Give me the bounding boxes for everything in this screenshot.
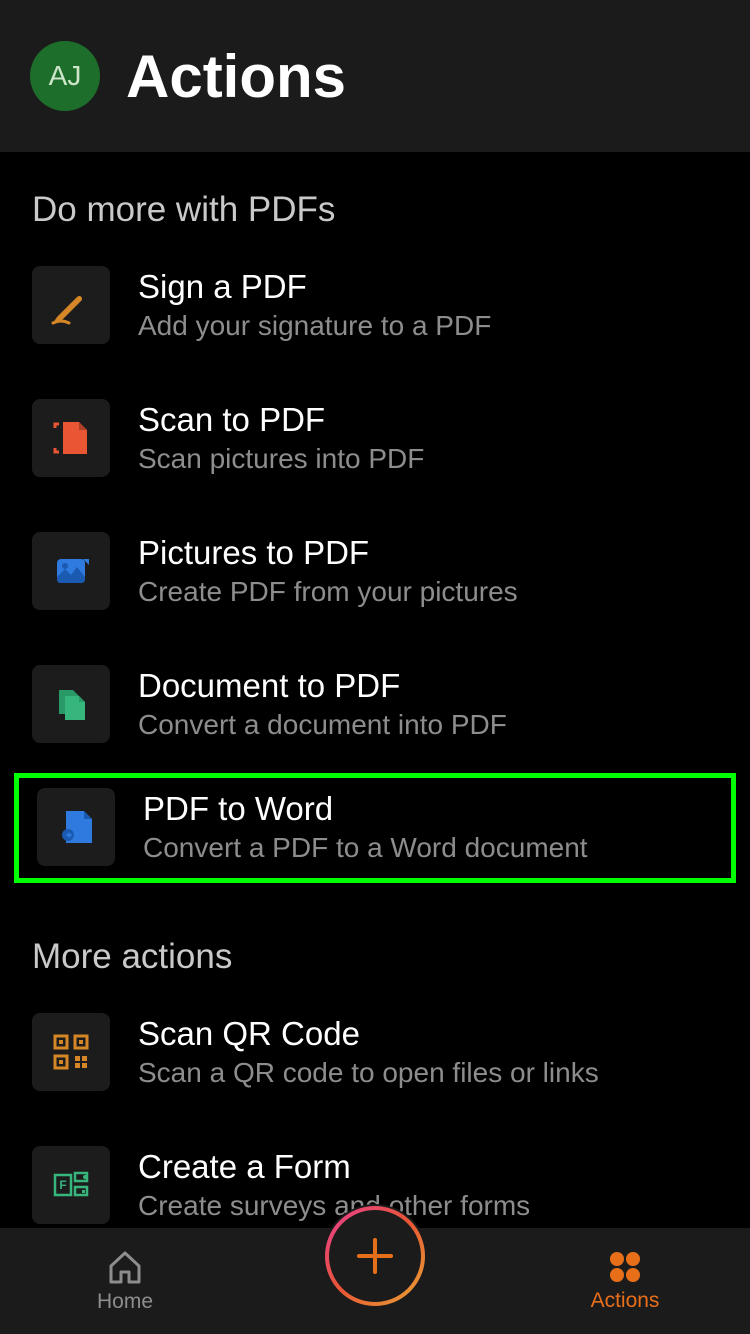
- action-title: Scan QR Code: [138, 1015, 718, 1053]
- tabbar: Home Actions: [0, 1228, 750, 1334]
- action-desc: Scan a QR code to open files or links: [138, 1057, 718, 1089]
- form-icon: F: [32, 1146, 110, 1224]
- action-scan-to-pdf[interactable]: Scan to PDF Scan pictures into PDF: [0, 389, 750, 487]
- action-desc: Convert a PDF to a Word document: [143, 832, 713, 864]
- action-desc: Scan pictures into PDF: [138, 443, 718, 475]
- content-scroll[interactable]: Do more with PDFs Sign a PDF Add your si…: [0, 152, 750, 1234]
- section-label-pdf: Do more with PDFs: [0, 176, 750, 256]
- action-pdf-to-word[interactable]: PDF to Word Convert a PDF to a Word docu…: [19, 782, 731, 872]
- page-title: Actions: [126, 42, 346, 111]
- action-title: Create a Form: [138, 1148, 718, 1186]
- avatar[interactable]: AJ: [30, 41, 100, 111]
- action-scan-qr[interactable]: Scan QR Code Scan a QR code to open file…: [0, 1003, 750, 1101]
- action-desc: Add your signature to a PDF: [138, 310, 718, 342]
- document-icon: [32, 665, 110, 743]
- sign-icon: [32, 266, 110, 344]
- tab-label: Actions: [591, 1289, 660, 1313]
- action-title: Pictures to PDF: [138, 534, 718, 572]
- pictures-icon: [32, 532, 110, 610]
- qr-icon: [32, 1013, 110, 1091]
- action-desc: Create surveys and other forms: [138, 1190, 718, 1222]
- tab-actions[interactable]: Actions: [500, 1228, 750, 1334]
- section-label-more: More actions: [0, 923, 750, 1003]
- header: AJ Actions: [0, 0, 750, 152]
- plus-icon: [359, 1240, 391, 1272]
- action-pictures-to-pdf[interactable]: Pictures to PDF Create PDF from your pic…: [0, 522, 750, 620]
- action-title: Document to PDF: [138, 667, 718, 705]
- fab-add[interactable]: [323, 1204, 427, 1308]
- tab-home[interactable]: Home: [0, 1228, 250, 1334]
- action-desc: Convert a document into PDF: [138, 709, 718, 741]
- actions-icon: [607, 1249, 643, 1285]
- action-title: PDF to Word: [143, 790, 713, 828]
- highlight-annotation: PDF to Word Convert a PDF to a Word docu…: [14, 773, 736, 883]
- action-document-to-pdf[interactable]: Document to PDF Convert a document into …: [0, 655, 750, 753]
- svg-text:F: F: [59, 1178, 66, 1192]
- action-sign-pdf[interactable]: Sign a PDF Add your signature to a PDF: [0, 256, 750, 354]
- pdf-to-word-icon: [37, 788, 115, 866]
- action-title: Scan to PDF: [138, 401, 718, 439]
- home-icon: [105, 1248, 145, 1286]
- scan-pdf-icon: [32, 399, 110, 477]
- tab-label: Home: [97, 1290, 153, 1314]
- action-desc: Create PDF from your pictures: [138, 576, 718, 608]
- action-title: Sign a PDF: [138, 268, 718, 306]
